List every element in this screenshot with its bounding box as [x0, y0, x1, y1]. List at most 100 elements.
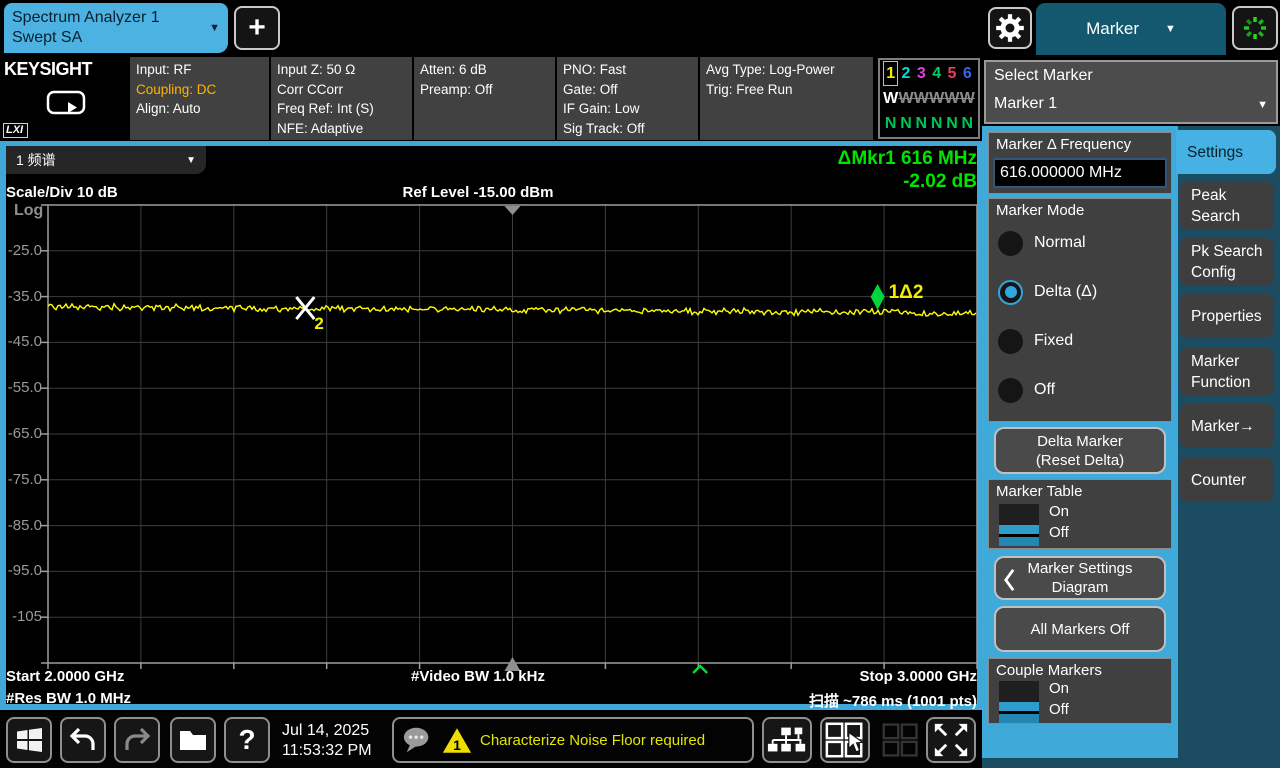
y-axis-tick-label: -95.0	[2, 562, 42, 579]
menu-tab-marker[interactable]: Marker→	[1180, 404, 1274, 448]
menu-tab-marker-function[interactable]: MarkerFunction	[1180, 348, 1274, 396]
marker-trace-indicator: N	[898, 111, 913, 136]
annotation-line: Atten: 6 dB	[420, 60, 555, 80]
menu-tab-properties[interactable]: Properties	[1180, 294, 1274, 338]
system-message-area[interactable]: 1 Characterize Noise Floor required	[392, 717, 754, 763]
menu-tab-label: Counter	[1191, 470, 1274, 491]
marker-width-indicator: W	[929, 86, 944, 111]
marker-settings-diagram-button[interactable]: Marker Settings Diagram	[994, 556, 1166, 600]
select-marker-label: Select Marker	[994, 67, 1093, 85]
help-button[interactable]: ?	[224, 717, 270, 763]
chevron-left-icon	[1003, 567, 1016, 593]
select-window-button[interactable]	[820, 717, 870, 763]
menu-tab-pk-search-config[interactable]: Pk SearchConfig	[1180, 238, 1274, 286]
system-settings-gear-button[interactable]	[988, 7, 1032, 49]
windows-start-button[interactable]	[6, 717, 52, 763]
mode-tab-subtitle: Swept SA	[12, 28, 160, 48]
annotation-line: Trig: Free Run	[706, 80, 873, 100]
time-text: 11:53:32 PM	[282, 741, 372, 761]
menu-title-tab[interactable]: Marker ▼	[1036, 3, 1226, 55]
stop-freq-label[interactable]: Stop 3.0000 GHz	[600, 668, 977, 685]
marker-mode-option-off[interactable]: Off	[998, 377, 1055, 403]
alert-message-text: Characterize Noise Floor required	[480, 732, 705, 749]
radio-icon[interactable]	[998, 329, 1023, 354]
instrument-mode-tab[interactable]: Spectrum Analyzer 1 Swept SA ▼	[4, 3, 228, 53]
y-axis-tick-label: -45.0	[2, 333, 42, 350]
radio-icon[interactable]	[998, 378, 1023, 403]
redo-button[interactable]	[114, 717, 160, 763]
log-scale-label: Log	[14, 202, 43, 220]
trace-selector-label: 1 频谱	[16, 150, 56, 170]
toggle-on-box	[999, 681, 1039, 702]
radio-label: Fixed	[1034, 332, 1073, 350]
center-indicator-top	[505, 206, 521, 215]
annotation-column-2[interactable]: Input Z: 50 ΩCorr CCorrFreq Ref: Int (S)…	[271, 57, 412, 140]
radio-selected-icon[interactable]	[998, 280, 1023, 305]
datetime-display[interactable]: Jul 14, 2025 11:53:32 PM	[282, 721, 372, 761]
annotation-line: NFE: Adaptive	[277, 119, 412, 139]
chevron-down-icon: ▼	[1257, 99, 1268, 111]
busy-indicator-button[interactable]	[1232, 6, 1278, 50]
menu-tab-counter[interactable]: Counter	[1180, 458, 1274, 502]
fullscreen-button[interactable]	[926, 717, 976, 763]
couple-markers-on-label[interactable]: On	[1049, 680, 1069, 697]
marker-mode-label: Marker Mode	[996, 202, 1084, 219]
menu-tab-label: Properties	[1191, 306, 1274, 327]
grid-layout-button-disabled[interactable]	[878, 717, 924, 763]
annotation-line: Align: Auto	[136, 99, 269, 119]
menu-tab-label: Settings	[1187, 142, 1276, 163]
radio-icon[interactable]	[998, 231, 1023, 256]
menu-tab-settings[interactable]: Settings	[1176, 130, 1276, 174]
spectrum-plot[interactable]: 21Δ2	[48, 205, 977, 663]
delta-marker-reset-button[interactable]: Delta Marker (Reset Delta)	[994, 427, 1166, 474]
annotation-line: Sig Track: Off	[563, 119, 698, 139]
annotation-line: PNO: Fast	[563, 60, 698, 80]
marker-trace-indicator: N	[960, 111, 975, 136]
annotation-line: Input: RF	[136, 60, 269, 80]
annotation-line: Avg Type: Log-Power	[706, 60, 873, 80]
trace-selector-dropdown[interactable]: 1 频谱 ▼	[6, 146, 206, 174]
annotation-columns: Input: RFCoupling: DCAlign: AutoInput Z:…	[130, 57, 873, 140]
menu-tab-label: Config	[1191, 262, 1274, 283]
chevron-down-icon: ▼	[209, 22, 220, 34]
window-layout-button[interactable]	[762, 717, 812, 763]
brand-block: KEYSIGHT LXI	[0, 57, 129, 140]
select-marker-value: Marker 1	[994, 95, 1057, 113]
marker-mode-option-fixed[interactable]: Fixed	[998, 328, 1073, 354]
redo-icon	[121, 724, 153, 756]
chevron-down-icon: ▼	[186, 155, 196, 166]
select-marker-dropdown[interactable]: Select Marker Marker 1 ▼	[984, 60, 1278, 124]
marker-mode-option-normal[interactable]: Normal	[998, 230, 1086, 256]
res-bw-label[interactable]: #Res BW 1.0 MHz	[6, 690, 131, 707]
marker-table-off-label[interactable]: Off	[1049, 524, 1069, 541]
delta-marker-diamond	[871, 284, 885, 310]
annotation-column-1[interactable]: Input: RFCoupling: DCAlign: Auto	[130, 57, 269, 140]
file-explorer-button[interactable]	[170, 717, 216, 763]
menu-tab-label: Marker	[1191, 351, 1274, 372]
marker-width-indicator: W	[883, 86, 898, 111]
marker-delta-frequency-input[interactable]: 616.000000 MHz	[993, 158, 1167, 188]
annotation-column-3[interactable]: Atten: 6 dBPreamp: Off	[414, 57, 555, 140]
annotation-column-4[interactable]: PNO: FastGate: OffIF Gain: LowSig Track:…	[557, 57, 698, 140]
marker-trace-indicator: N	[929, 111, 944, 136]
add-mode-tab-button[interactable]: +	[234, 6, 280, 50]
menu-title-label: Marker	[1086, 19, 1139, 39]
grid-icon	[881, 721, 921, 759]
menu-tab-peak-search[interactable]: PeakSearch	[1180, 182, 1274, 230]
windows-logo-icon	[13, 724, 45, 756]
screen-mirror-icon[interactable]	[46, 90, 86, 118]
marker-mode-option-delta[interactable]: Delta (Δ)	[998, 279, 1097, 305]
all-markers-off-button[interactable]: All Markers Off	[994, 606, 1166, 652]
y-axis-tick-label: -105	[2, 608, 42, 625]
ref-level-label[interactable]: Ref Level -15.00 dBm	[48, 184, 908, 201]
undo-button[interactable]	[60, 717, 106, 763]
marker-number-indicator: 3	[914, 61, 929, 86]
marker-table-on-label[interactable]: On	[1049, 503, 1069, 520]
couple-markers-label: Couple Markers	[996, 662, 1102, 679]
annotation-column-5[interactable]: Avg Type: Log-PowerTrig: Free Run	[700, 57, 873, 140]
delta-reset-line1: Delta Marker	[996, 432, 1164, 451]
couple-markers-off-label[interactable]: Off	[1049, 701, 1069, 718]
lxi-badge: LXI	[3, 123, 28, 138]
marker-width-indicator: W	[944, 86, 959, 111]
marker-number-indicator: 2	[898, 61, 913, 86]
